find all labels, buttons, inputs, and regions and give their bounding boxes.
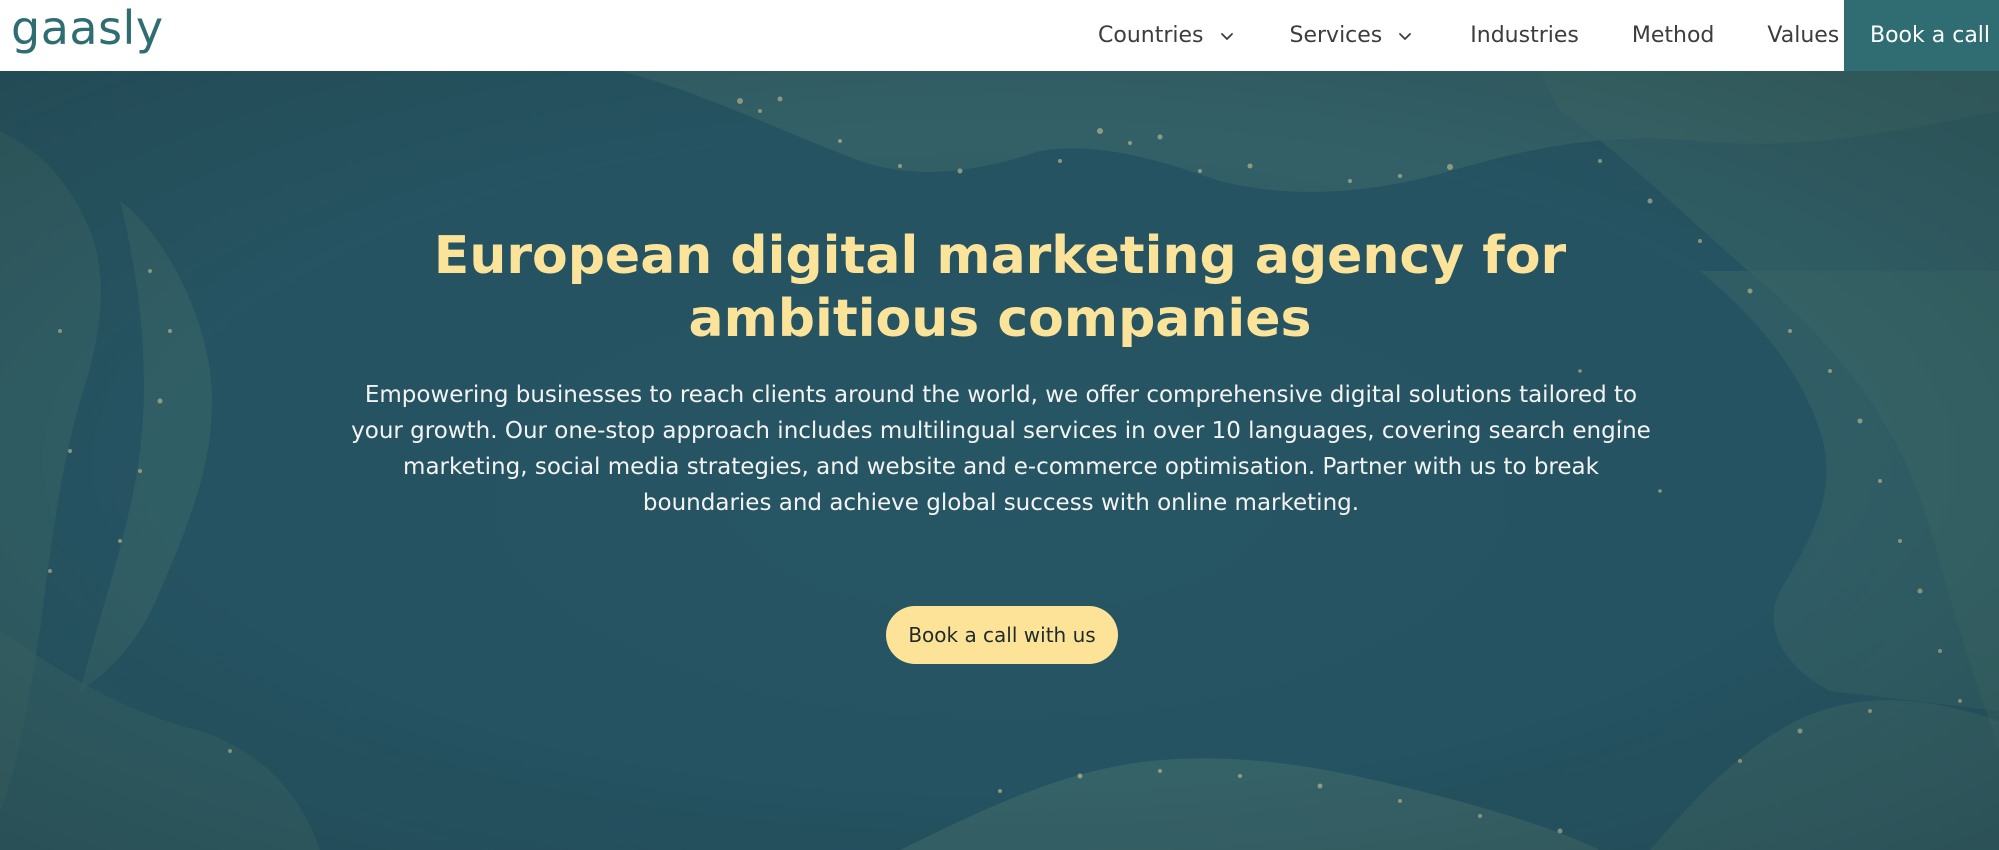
- nav-item-label: Services: [1289, 23, 1383, 48]
- nav-item-services[interactable]: Services: [1290, 23, 1415, 48]
- hero-title: European digital marketing agency for am…: [433, 226, 1567, 349]
- site-header: gaasly Countries Services Industries Met…: [0, 0, 1999, 71]
- nav-item-label: Countries: [1098, 23, 1204, 48]
- book-call-with-us-button[interactable]: Book a call with us: [886, 606, 1118, 664]
- nav-item-label: Industries: [1470, 23, 1579, 48]
- main-nav: Countries Services Industries Method Val…: [1098, 0, 1839, 71]
- book-call-nav-button[interactable]: Book a call: [1844, 0, 1999, 71]
- chevron-down-icon: [1399, 32, 1412, 40]
- hero-section: European digital marketing agency for am…: [0, 71, 1999, 850]
- nav-item-label: Method: [1631, 23, 1715, 48]
- nav-item-industries[interactable]: Industries: [1470, 23, 1579, 48]
- hero-description: Empowering businesses to reach clients a…: [351, 382, 1651, 516]
- logo[interactable]: gaasly: [11, 0, 164, 56]
- nav-item-label: Values: [1767, 23, 1840, 48]
- nav-item-method[interactable]: Method: [1632, 23, 1715, 48]
- nav-item-values[interactable]: Values: [1767, 23, 1839, 48]
- nav-item-countries[interactable]: Countries: [1098, 23, 1236, 48]
- chevron-down-icon: [1220, 32, 1233, 40]
